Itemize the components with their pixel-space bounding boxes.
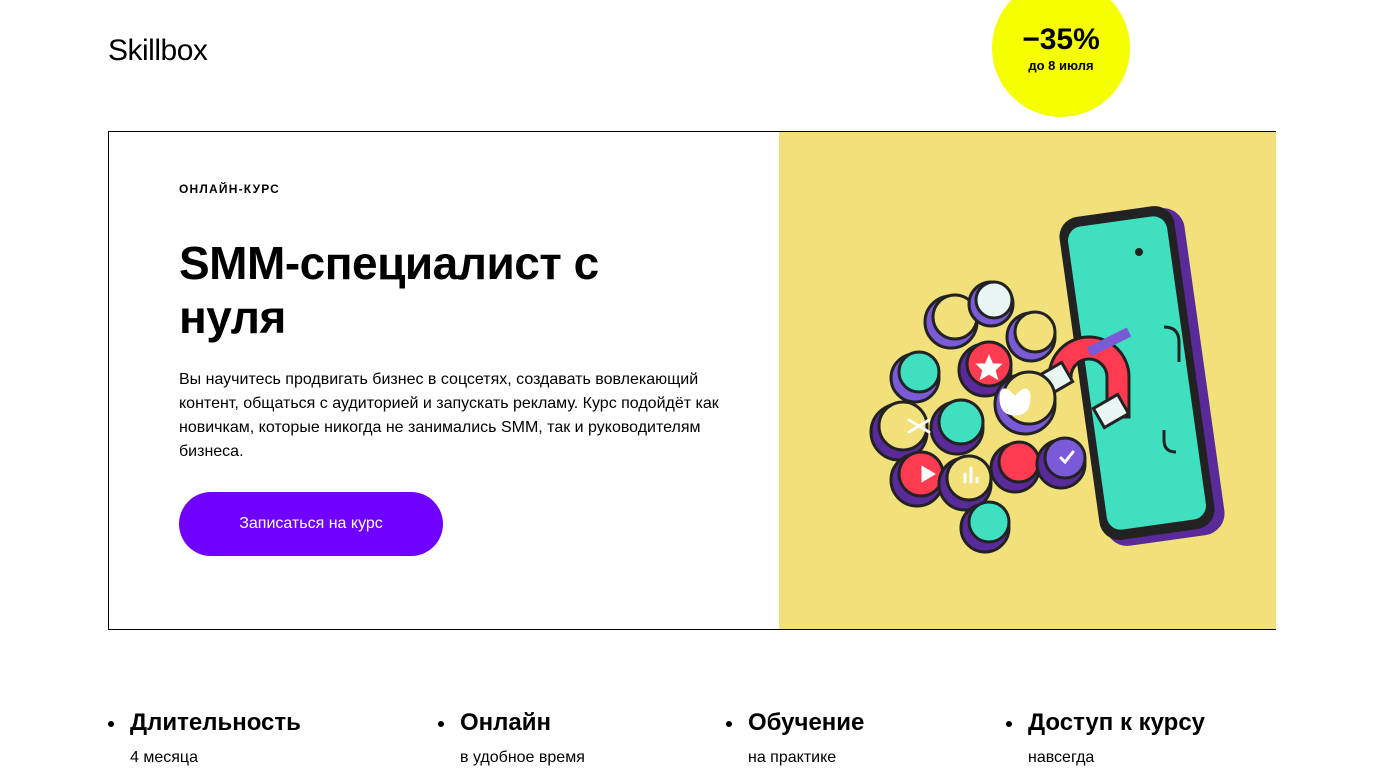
course-description: Вы научитесь продвигать бизнес в соцсетя… <box>179 371 719 460</box>
phone-magnet-illustration <box>869 206 1225 554</box>
phone-icon <box>1059 206 1225 546</box>
smm-illustration <box>779 132 1276 629</box>
course-title: SMM-специалист с нуля <box>179 237 599 343</box>
course-features: Длительность 4 месяца Онлайн в удобное в… <box>108 708 1288 778</box>
discount-percent: −35% <box>1022 22 1100 56</box>
feature-title: Онлайн <box>460 709 552 736</box>
feature-subtitle: в удобное время <box>460 749 585 766</box>
feature-title: Длительность <box>130 709 301 736</box>
bullet-icon <box>1006 721 1012 727</box>
feature-title: Обучение <box>748 709 865 736</box>
social-icons <box>869 280 1087 554</box>
bullet-icon <box>726 721 732 727</box>
course-type-label: ОНЛАЙН-КУРС <box>179 182 281 196</box>
feature-subtitle: 4 месяца <box>130 749 198 766</box>
discount-deadline: до 8 июля <box>1028 57 1094 73</box>
enroll-button[interactable]: Записаться на курс <box>179 492 443 556</box>
course-hero-card: ОНЛАЙН-КУРС SMM-специалист с нуля Вы нау… <box>108 131 1276 630</box>
feature-title: Доступ к курсу <box>1028 709 1206 736</box>
bullet-icon <box>108 721 114 727</box>
discount-badge: −35% до 8 июля <box>992 0 1130 117</box>
hero-text-panel: ОНЛАЙН-КУРС SMM-специалист с нуля Вы нау… <box>109 132 779 629</box>
feature-subtitle: навсегда <box>1028 749 1095 766</box>
bullet-icon <box>438 721 444 727</box>
skillbox-logo[interactable]: Skillbox <box>108 34 208 68</box>
feature-subtitle: на практике <box>748 749 837 766</box>
